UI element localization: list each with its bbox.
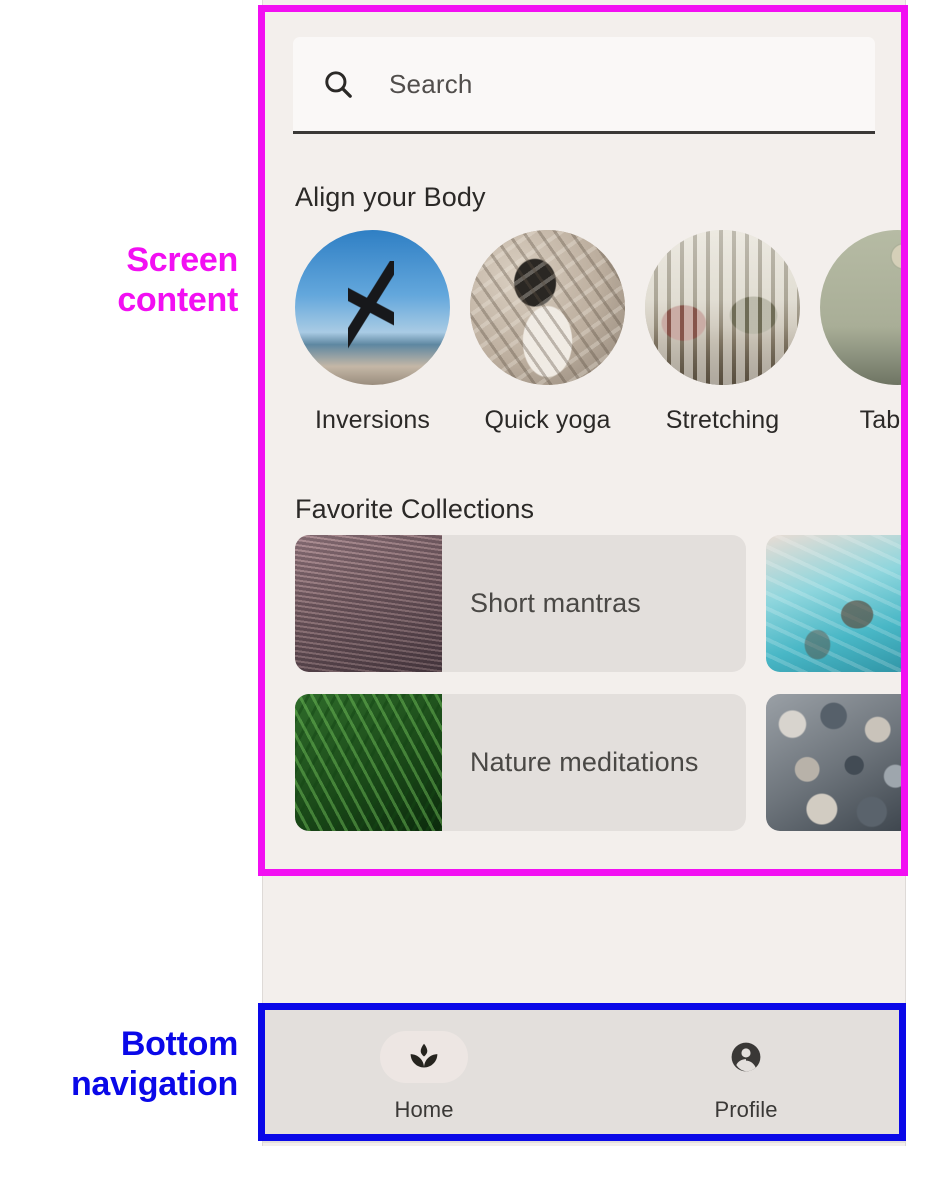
annotation-label-bottom-navigation: Bottom navigation	[0, 1024, 238, 1104]
annotation-screen-content-line1: Screen	[126, 241, 238, 279]
nav-home-active-indicator	[380, 1031, 468, 1083]
screen-content-region: Search Align your Body Inversions Quick …	[263, 0, 905, 880]
align-body-image-inversions	[295, 230, 450, 385]
collection-image-nature-meditations	[295, 694, 442, 831]
nav-item-home[interactable]: Home	[263, 1005, 585, 1143]
align-body-item-tabata[interactable]: Tabata	[820, 230, 905, 445]
collection-card-short-mantras[interactable]: Short mantras	[295, 535, 746, 672]
align-body-item-quick-yoga[interactable]: Quick yoga	[470, 230, 625, 445]
align-body-label-tabata: Tabata	[859, 406, 905, 434]
align-body-image-quick-yoga	[470, 230, 625, 385]
collection-card-stress-and-anxiety[interactable]: Stress and anxiety	[766, 535, 905, 672]
collection-card-self-massage[interactable]: Self-massage	[766, 694, 905, 831]
align-your-body-row[interactable]: Inversions Quick yoga Stretching Tab	[295, 230, 905, 445]
align-body-label-inversions: Inversions	[315, 406, 430, 434]
annotation-screen-content-line2: content	[117, 281, 238, 319]
nav-profile-indicator	[702, 1031, 790, 1083]
align-body-label-quick-yoga: Quick yoga	[484, 406, 611, 434]
favorite-collections-grid[interactable]: Short mantras Stress and anxiety Nature …	[295, 535, 905, 855]
search-field[interactable]: Search	[293, 37, 875, 134]
align-body-item-inversions[interactable]: Inversions	[295, 230, 450, 445]
collection-image-self-massage	[766, 694, 905, 831]
collection-label-nature-meditations: Nature meditations	[470, 747, 699, 777]
bottom-navigation-bar: Home Profile	[263, 1005, 905, 1143]
account-circle-icon	[731, 1042, 761, 1072]
align-body-image-stretching	[645, 230, 800, 385]
annotation-label-screen-content: Screen content	[10, 240, 238, 320]
nav-label-profile: Profile	[714, 1097, 778, 1122]
search-placeholder-text: Search	[389, 68, 473, 99]
nav-label-home: Home	[394, 1097, 454, 1122]
section-heading-align-your-body: Align your Body	[295, 182, 486, 212]
screenshot-root: Screen content Bottom navigation Search …	[0, 0, 934, 1184]
annotation-bottom-navigation-line1: Bottom	[120, 1025, 238, 1063]
collection-image-stress-and-anxiety	[766, 535, 905, 672]
collection-card-nature-meditations[interactable]: Nature meditations	[295, 694, 746, 831]
section-heading-favorite-collections: Favorite Collections	[295, 494, 535, 524]
phone-frame: Search Align your Body Inversions Quick …	[262, 0, 906, 1146]
align-body-image-tabata	[820, 230, 905, 385]
nav-item-profile[interactable]: Profile	[585, 1005, 905, 1143]
annotation-bottom-navigation-line2: navigation	[70, 1065, 238, 1103]
align-body-label-stretching: Stretching	[665, 406, 780, 434]
collection-image-short-mantras	[295, 535, 442, 672]
align-body-item-stretching[interactable]: Stretching	[645, 230, 800, 445]
search-icon	[325, 71, 352, 98]
spa-icon	[410, 1043, 438, 1068]
collection-label-short-mantras: Short mantras	[470, 588, 641, 618]
